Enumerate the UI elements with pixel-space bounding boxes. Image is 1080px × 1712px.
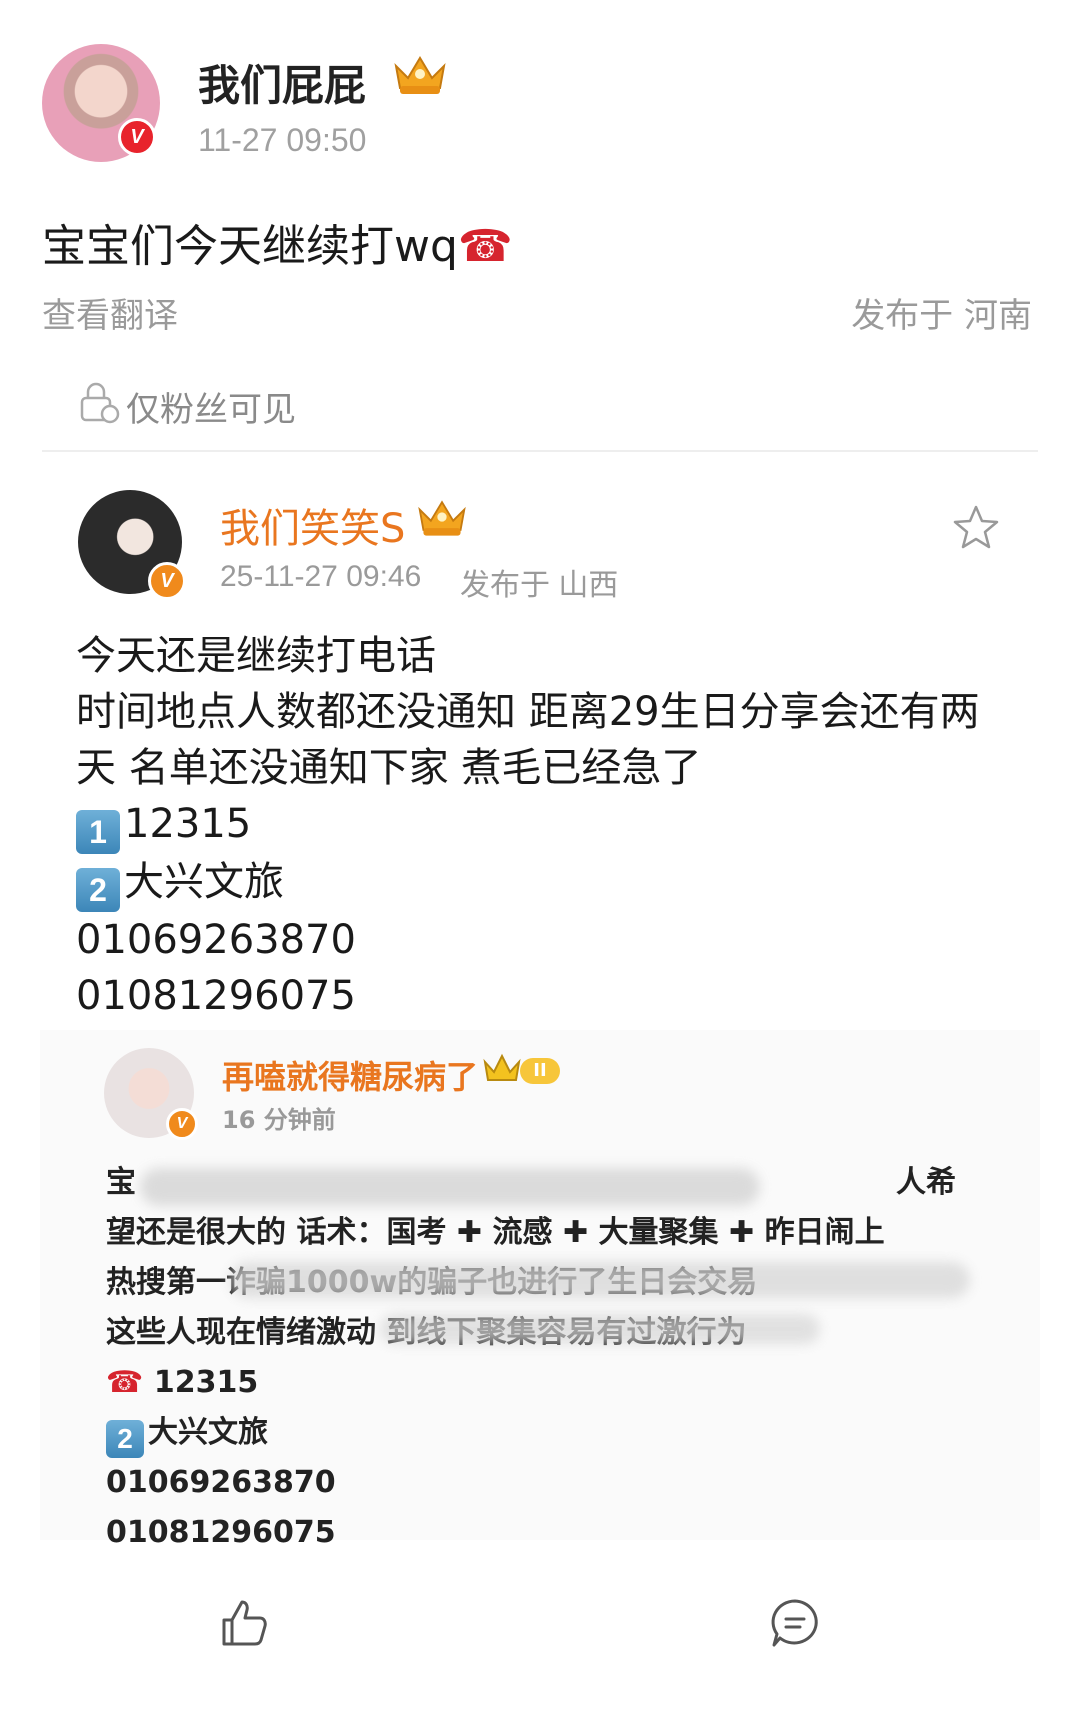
repost-item-2: 2 大兴文旅 xyxy=(76,854,1036,912)
quoted-text: 流感 xyxy=(492,1215,553,1250)
post-text: 宝宝们今天继续打wq☎ xyxy=(42,210,513,274)
post-time: 11-27 09:50 xyxy=(198,122,367,158)
repost-item-2-text: 大兴文旅 xyxy=(124,859,284,905)
redaction-smudge xyxy=(380,1314,820,1344)
quoted-text: 望还是很大的 话术：国考 xyxy=(106,1215,447,1250)
repost-phone-2: 01081296075 xyxy=(76,973,356,1019)
divider xyxy=(42,450,1038,452)
author-name[interactable]: 我们屁屁 xyxy=(198,52,366,113)
quoted-item-1-text: 12315 xyxy=(153,1365,259,1400)
thumbs-up-icon[interactable] xyxy=(216,1596,270,1650)
plus-icon: ✚ xyxy=(729,1215,755,1250)
repost-item-1-text: 12315 xyxy=(124,801,252,847)
repost-item-1: 1 12315 xyxy=(76,796,1036,854)
plus-icon: ✚ xyxy=(562,1215,589,1250)
quoted-body: 宝人希 望还是很大的 话术：国考 ✚ 流感 ✚ 大量聚集 ✚ 昨日闹上 热搜第一… xyxy=(106,1158,966,1558)
quoted-author-name: 再嗑就得糖尿病了 xyxy=(222,1058,479,1096)
post-location: 发布于 河南 xyxy=(851,296,1032,336)
star-icon[interactable] xyxy=(952,504,1000,550)
post-text-body: 宝宝们今天继续打wq xyxy=(42,221,458,272)
level-badge: II xyxy=(520,1058,560,1084)
repost-line: 时间地点人数都还没通知 距离29生日分享会还有两 xyxy=(76,689,980,735)
quoted-item-2: 2 大兴文旅 xyxy=(106,1408,966,1458)
quoted-time: 16 分钟前 xyxy=(222,1106,336,1134)
quoted-text: 人希 xyxy=(896,1165,956,1200)
translate-link[interactable]: 查看翻译 xyxy=(42,288,178,337)
keycap-2-icon: 2 xyxy=(76,868,120,912)
keycap-1-icon: 1 xyxy=(76,810,120,854)
verified-badge-icon: V xyxy=(118,118,156,156)
repost-time: 25-11-27 09:46 xyxy=(220,560,422,593)
repost-author-name[interactable]: 我们笑笑S xyxy=(220,496,405,554)
repost-body: 今天还是继续打电话 时间地点人数都还没通知 距离29生日分享会还有两 天 名单还… xyxy=(76,628,1036,1024)
lock-icon xyxy=(80,382,120,424)
quoted-text: 大量聚集 xyxy=(598,1215,719,1250)
telephone-icon: ☎ xyxy=(106,1365,144,1400)
crown-icon xyxy=(394,56,446,94)
verified-badge-icon: V xyxy=(166,1108,198,1140)
quoted-item-2-text: 大兴文旅 xyxy=(148,1415,268,1450)
plus-icon: ✚ xyxy=(456,1215,483,1250)
quoted-text: 昨日闹上 xyxy=(764,1215,885,1250)
redaction-smudge xyxy=(140,1168,760,1206)
verified-badge-icon: V xyxy=(148,562,186,600)
crown-icon xyxy=(483,1053,521,1081)
keycap-2-icon: 2 xyxy=(106,1420,144,1458)
visibility-label: 仅粉丝可见 xyxy=(126,390,296,430)
repost-line: 今天还是继续打电话 xyxy=(76,633,436,679)
crown-icon xyxy=(418,500,466,536)
quoted-phone-1: 01069263870 xyxy=(106,1465,336,1500)
quoted-phone-2: 01081296075 xyxy=(106,1515,336,1550)
comment-icon[interactable] xyxy=(768,1596,822,1650)
repost-phone-1: 01069263870 xyxy=(76,917,356,963)
repost-location: 发布于 山西 xyxy=(460,569,619,602)
quoted-line-2: 望还是很大的 话术：国考 ✚ 流感 ✚ 大量聚集 ✚ 昨日闹上 xyxy=(106,1208,966,1258)
quoted-item-1: ☎ 12315 xyxy=(106,1358,966,1408)
redaction-smudge xyxy=(230,1262,970,1298)
quoted-text: 宝 xyxy=(106,1165,136,1200)
telephone-icon: ☎ xyxy=(457,221,513,272)
repost-line: 天 名单还没通知下家 煮毛已经急了 xyxy=(76,745,702,791)
level-text: II xyxy=(533,1060,547,1081)
